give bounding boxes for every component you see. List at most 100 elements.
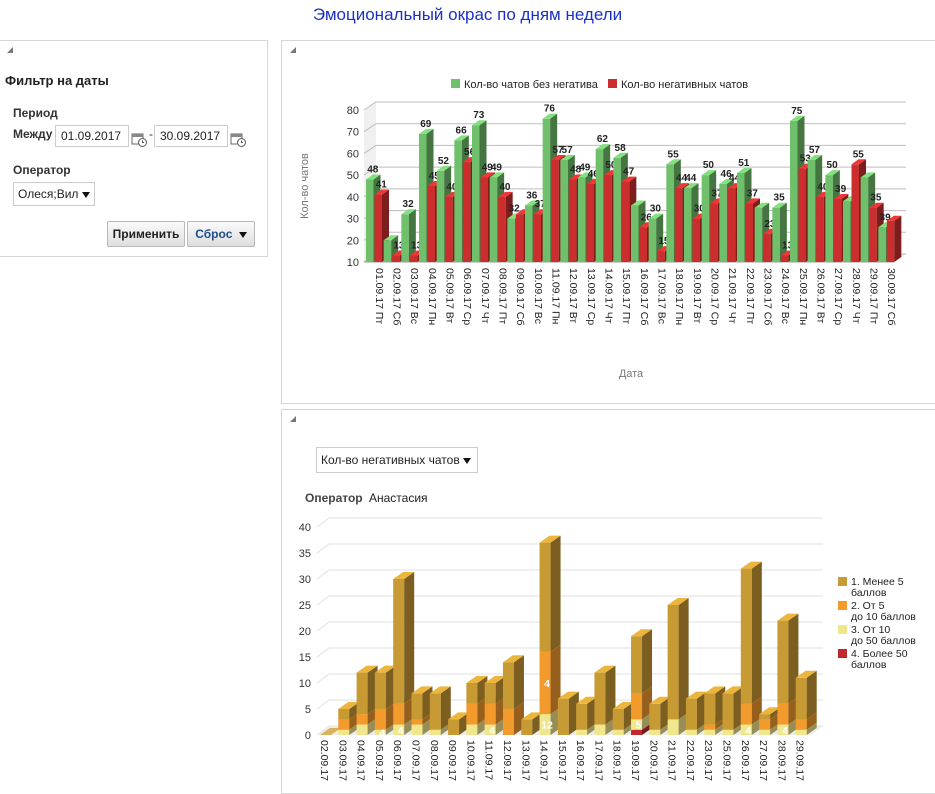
chart1-bar-red-front <box>445 196 453 262</box>
chart1-y-tick: 70 <box>347 127 359 139</box>
chart2-y-tick: 15 <box>299 652 311 664</box>
chart1-bar-green-front <box>578 177 586 262</box>
chart2-bar-segment <box>795 670 817 720</box>
chart2-bar-segment <box>393 572 415 704</box>
chart1-data-label: 73 <box>473 110 485 121</box>
chart2-bar-segment <box>649 696 671 730</box>
chart-negative-by-score: 0 5 10 15 20 25 30 35 40 02.09.17 03.09.17 04.09.17… <box>299 517 916 781</box>
chart2-x-tick: 25.09.17 <box>721 740 733 781</box>
chart1-x-tick: 30.09.17 Сб <box>885 268 897 325</box>
chart2-bar-segment-front <box>759 714 771 720</box>
chart1-x-tick: 16.09.17 Сб <box>638 268 650 325</box>
chart2-bar-segment-front <box>411 724 423 735</box>
chart1-data-label: 49 <box>491 162 503 173</box>
chart1-data-label: 47 <box>623 167 635 178</box>
chart2-legend-label: 3. От 10 до 50 баллов <box>851 624 916 647</box>
operator-select[interactable]: Олеся;Вил <box>13 182 95 206</box>
chart1-x-tick: 12.09.17 Вт <box>567 268 579 323</box>
chart2-y-tick: 0 <box>305 730 311 742</box>
chart2-legend-swatch <box>838 649 847 658</box>
chart1-x-tick: 18.09.17 Пн <box>673 268 685 325</box>
chart1-gridline <box>363 144 906 154</box>
chart1-data-label: 69 <box>420 119 432 130</box>
chart1-data-label: 40 <box>499 182 511 193</box>
apply-button[interactable]: Применить <box>107 221 185 247</box>
period-label: Период <box>13 106 58 120</box>
chart1-y-tick: 60 <box>347 148 359 160</box>
chart1-bar-green-front <box>754 207 763 262</box>
chart2-x-tick: 12.09.17 <box>501 740 513 781</box>
chart2-bar-segment <box>356 665 378 715</box>
chart2-gridline <box>316 517 823 528</box>
chart1-bar-green-front <box>666 164 674 262</box>
chart2-legend-label: 1. Менее 5 баллов <box>851 576 904 599</box>
chart1-bar-green-front <box>383 240 392 262</box>
chart2-bar-segment-front <box>795 677 807 720</box>
filter-title: Фильтр на даты <box>5 73 109 88</box>
date-from-input[interactable]: 01.09.2017 <box>55 125 129 147</box>
chart2-x-tick: 28.09.17 <box>775 740 787 781</box>
chart2-gridline <box>316 543 823 554</box>
chart2-bar-segment-side <box>751 561 762 704</box>
calendar-icon[interactable] <box>131 131 147 147</box>
chart1-bar-green-front <box>472 125 480 262</box>
chart1-bar-red-front <box>409 255 418 262</box>
chart1-x-tick: 01.09.17 Пт <box>373 268 385 324</box>
chart2-x-tick: 06.09.17 <box>391 740 403 781</box>
chart1-bar-red-front <box>763 233 771 262</box>
chart1-y-tick: 50 <box>347 170 359 182</box>
chart2-bar-segment <box>704 686 726 725</box>
chart1-bar-red-front <box>392 255 400 262</box>
chart2-bar-segment-front <box>576 703 588 730</box>
chart2-bar-segment-front <box>631 693 643 720</box>
chart1-x-tick: 19.09.17 Вт <box>691 268 703 323</box>
chart2-y-tick: 10 <box>299 678 311 690</box>
chart1-x-tick: 22.09.17 Пт <box>744 268 756 324</box>
date-to-input[interactable]: 30.09.2017 <box>154 125 228 147</box>
chart1-bar-green-front <box>825 175 833 262</box>
chart2-bar-segment-front <box>393 579 405 704</box>
chart1-legend-label: Кол-во негативных чатов <box>621 79 748 91</box>
operator-label: Оператор <box>13 163 71 177</box>
chart-negative-by-day: 10 20 30 40 50 60 70 80 Кол-во чатов Дата Кол-во ч… <box>299 79 906 380</box>
chart2-bar-segment-front <box>704 729 716 735</box>
chart1-bar-green-front <box>401 214 409 262</box>
chart2-bar-segment-front <box>466 724 478 735</box>
chart1-bar-red-front <box>604 175 612 262</box>
chevron-down-icon <box>82 192 90 198</box>
chart2-x-tick: 20.09.17 <box>647 740 659 781</box>
chart1-bar-red-front <box>745 203 753 262</box>
chart2-bar-segment <box>777 613 799 704</box>
chart2-bar-segment-front <box>576 729 588 735</box>
chart2-bar-segment <box>722 686 744 730</box>
chart1-x-tick: 08.09.17 Пт <box>497 268 509 324</box>
chart2-y-tick: 20 <box>299 626 311 638</box>
chart1-bar-red-front <box>692 218 700 262</box>
chart1-data-label: 37 <box>747 188 759 199</box>
chart1-bar-green-front <box>419 133 427 262</box>
calendar-icon[interactable] <box>230 131 246 147</box>
chart1-data-label: 55 <box>853 149 865 160</box>
chart1-bar-green-front <box>648 218 657 262</box>
chart2-bar-segment <box>539 535 561 652</box>
chart1-bar-red-front <box>780 255 789 262</box>
chart1-data-label: 75 <box>791 106 803 117</box>
chart1-x-tick: 25.09.17 Пн <box>797 268 809 325</box>
chart2-bar-segment-front <box>740 568 752 704</box>
chart1-bar-red-front <box>621 181 630 262</box>
chart2-bar-segment <box>539 644 561 715</box>
chart1-data-label: 66 <box>456 125 468 136</box>
collapse-toggle-icon[interactable] <box>7 47 13 53</box>
chart2-bar-segment-front <box>448 719 460 735</box>
chart1-bar-red-front <box>727 188 736 262</box>
chart1-data-label: 35 <box>870 193 882 204</box>
chart2-bar-segment-side <box>642 629 653 694</box>
chart2-data-label: 4 <box>782 725 788 737</box>
reset-button[interactable]: Сброс <box>187 221 255 247</box>
chart2-bar-segment-front <box>521 719 533 735</box>
chart2-x-tick: 29.09.17 <box>794 740 806 781</box>
chart2-bar-segment-side <box>513 655 524 709</box>
chart1-data-label: 30 <box>650 204 662 215</box>
chart1-bar-red-front <box>798 168 806 262</box>
chart1-gridline <box>363 101 906 111</box>
